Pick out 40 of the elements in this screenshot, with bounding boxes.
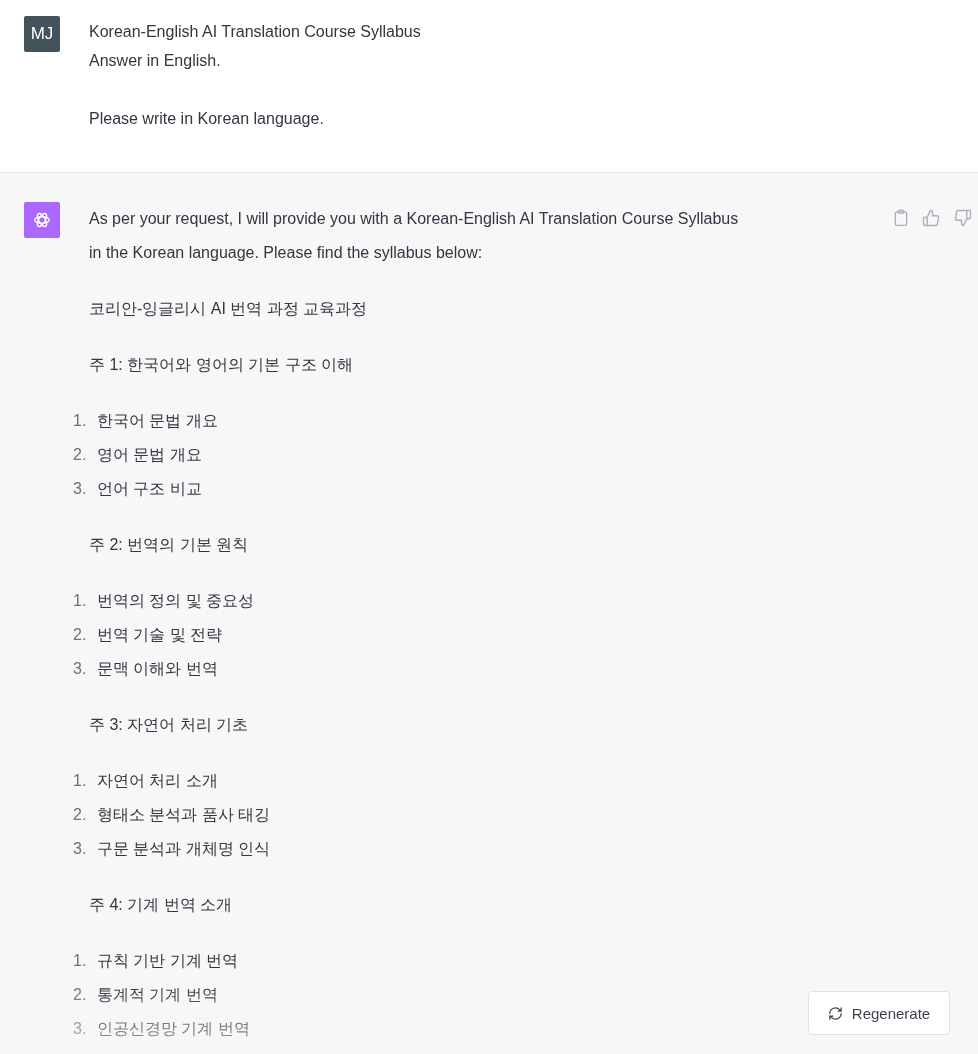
refresh-icon xyxy=(827,1005,843,1021)
copy-icon[interactable] xyxy=(894,209,908,227)
list-item-text: 자연어 처리 소개 xyxy=(97,771,218,791)
message-text: Please write in Korean language. xyxy=(89,109,325,129)
list-number: 1. xyxy=(73,771,88,791)
list-item-text: 형태소 분석과 품사 태깅 xyxy=(97,805,271,825)
list-item-text: 언어 구조 비교 xyxy=(97,479,202,499)
message-paragraph: 주 1: 한국어와 영어의 기본 구조 이해 xyxy=(89,355,354,375)
list-number: 3. xyxy=(73,839,88,859)
list-number: 2. xyxy=(73,985,88,1005)
message-paragraph: 코리안-잉글리시 AI 번역 과정 교육과정 xyxy=(89,299,369,319)
regenerate-button[interactable]: Regenerate xyxy=(808,991,950,1035)
thumbs-down-icon[interactable] xyxy=(954,209,972,227)
message-text: Answer in English. xyxy=(89,51,222,71)
list-number: 3. xyxy=(73,1019,88,1039)
list-item-text: 인공신경망 기계 번역 xyxy=(97,1019,250,1039)
list-number: 2. xyxy=(73,625,88,645)
list-number: 2. xyxy=(73,805,88,825)
user-avatar: MJ xyxy=(24,16,60,52)
list-number: 3. xyxy=(73,479,88,499)
message-paragraph: As per your request, I will provide you with a Korean-English AI Translation Course Syllabus in the Korean language. Please find the syllabus below: xyxy=(89,209,740,263)
message-paragraph: 주 3: 자연어 처리 기초 xyxy=(89,715,250,735)
message-text: Korean-English AI Translation Course Syllabus xyxy=(89,22,421,42)
assistant-logo-icon xyxy=(24,202,60,238)
list-item-text: 번역 기술 및 전략 xyxy=(97,625,223,645)
list-item-text: 구문 분석과 개체명 인식 xyxy=(97,839,271,859)
list-number: 2. xyxy=(73,445,88,465)
list-item-text: 번역의 정의 및 중요성 xyxy=(97,591,255,611)
list-item-text: 문맥 이해와 번역 xyxy=(97,659,218,679)
list-number: 1. xyxy=(73,591,88,611)
list-number: 3. xyxy=(73,659,88,679)
message-paragraph: 주 4: 기계 번역 소개 xyxy=(89,895,234,915)
list-item-text: 영어 문법 개요 xyxy=(97,445,202,465)
list-item-text: 규칙 기반 기계 번역 xyxy=(97,951,239,971)
list-item-text: 통계적 기계 번역 xyxy=(97,985,218,1005)
message-paragraph: 주 2: 번역의 기본 원칙 xyxy=(89,535,250,555)
thumbs-up-icon[interactable] xyxy=(922,209,940,227)
list-number: 1. xyxy=(73,411,88,431)
list-number: 1. xyxy=(73,951,88,971)
list-item-text: 한국어 문법 개요 xyxy=(97,411,218,431)
